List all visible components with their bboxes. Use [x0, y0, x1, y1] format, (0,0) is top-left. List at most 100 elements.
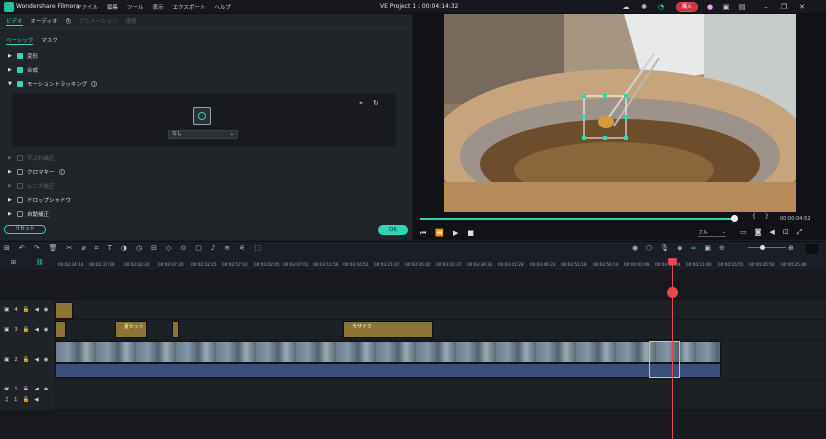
keyframe-icon[interactable]: ◇: [166, 244, 171, 253]
lock-icon[interactable]: 🔓: [22, 397, 29, 403]
minimize-icon[interactable]: –: [762, 3, 770, 11]
section-chroma-key[interactable]: ▶ クロマキー ?: [8, 167, 65, 177]
gift-icon[interactable]: ▣: [722, 3, 730, 11]
previous-frame-icon[interactable]: ⏪: [435, 229, 444, 238]
volume-icon[interactable]: ◀: [769, 228, 774, 237]
stabilization-checkbox[interactable]: [17, 155, 23, 161]
playhead-split-button[interactable]: [667, 287, 678, 298]
color-icon[interactable]: ◑: [121, 244, 127, 253]
help-icon[interactable]: ?: [58, 169, 65, 175]
timeline-zoom-slider[interactable]: [748, 247, 786, 248]
adjust-icon[interactable]: ⚟: [239, 244, 245, 253]
transform-checkbox[interactable]: [17, 53, 23, 59]
lock-icon[interactable]: 🔓: [23, 327, 30, 333]
save-icon[interactable]: ▤: [738, 3, 746, 11]
section-auto-enhance[interactable]: ▶ 自動補正: [8, 209, 49, 219]
fullscreen-icon[interactable]: ⤢: [797, 228, 803, 237]
menu-export[interactable]: エクスポート: [173, 3, 206, 11]
voiceover-icon[interactable]: ◈: [677, 244, 682, 252]
shield-icon[interactable]: ⬡: [646, 244, 652, 252]
tag-icon[interactable]: ⌀: [81, 244, 85, 253]
lock-icon[interactable]: 🔓: [23, 357, 30, 363]
menu-edit[interactable]: 編集: [107, 3, 118, 11]
detach-icon[interactable]: ⬚: [254, 244, 261, 253]
preview-zoom-select[interactable]: フル ⌄: [698, 229, 726, 237]
menu-view[interactable]: 表示: [153, 3, 164, 11]
zoom-in-icon[interactable]: ⊕: [788, 244, 794, 252]
title-clip[interactable]: [172, 321, 179, 338]
title-clip[interactable]: 夏セット: [115, 321, 147, 338]
mute-icon[interactable]: ◀: [35, 307, 39, 313]
playhead-handle[interactable]: [668, 258, 677, 265]
ok-button[interactable]: OK: [378, 225, 408, 235]
selected-clip-outline[interactable]: [649, 341, 680, 378]
headset-icon[interactable]: ◔: [657, 3, 665, 11]
crop-tool-icon[interactable]: ⌗: [95, 244, 99, 253]
redo-icon[interactable]: ↷: [34, 244, 40, 253]
auto-enhance-checkbox[interactable]: [17, 211, 23, 217]
menu-file[interactable]: ファイル: [76, 3, 98, 11]
timeline-zoom-knob[interactable]: [760, 245, 765, 250]
monitor-icon[interactable]: ▭: [740, 228, 747, 237]
picture-icon[interactable]: ▣: [704, 244, 711, 252]
mark-in-icon[interactable]: {: [752, 213, 756, 220]
add-track-icon[interactable]: ⊞: [11, 259, 16, 266]
split-icon[interactable]: ⊟: [151, 244, 157, 253]
timeline-ruler[interactable]: ⊞ ⛓ 00:02:34:14 00:02:37:29 00:02:42:24 …: [0, 255, 826, 269]
help-icon[interactable]: ?: [91, 81, 98, 87]
start-tracking-icon[interactable]: [193, 107, 211, 125]
motion-icon[interactable]: ⊙: [180, 244, 186, 253]
motion-tracking-checkbox[interactable]: [17, 81, 23, 87]
mic-icon[interactable]: 🎙: [660, 244, 669, 252]
lightbulb-icon[interactable]: ✺: [640, 3, 648, 11]
mark-out-icon[interactable]: }: [765, 213, 769, 220]
link-icon[interactable]: ∞: [691, 244, 697, 252]
subtab-mask[interactable]: マスク: [41, 36, 58, 45]
eye-icon[interactable]: ◉: [44, 327, 49, 333]
eye-icon[interactable]: ◉: [44, 357, 49, 363]
tracking-object-select[interactable]: なし ⌄: [168, 130, 238, 139]
close-icon[interactable]: ✕: [798, 3, 806, 11]
render-icon[interactable]: ◉: [632, 244, 638, 252]
subtab-basic[interactable]: ベーシック: [6, 36, 34, 45]
reset-button[interactable]: リセット: [4, 225, 46, 234]
fit-timeline-icon[interactable]: [806, 244, 818, 254]
tab-speed[interactable]: 速度: [125, 17, 136, 26]
text-icon[interactable]: T: [108, 244, 112, 253]
playhead-line[interactable]: [672, 259, 673, 439]
audio-icon[interactable]: ♪: [211, 244, 215, 253]
waveform-icon[interactable]: ≋: [224, 244, 230, 253]
lock-icon[interactable]: 🔓: [23, 307, 30, 313]
cut-icon[interactable]: ✂: [67, 244, 73, 253]
mute-icon[interactable]: ◀: [35, 327, 39, 333]
zoom-out-icon[interactable]: ⊖: [719, 244, 725, 252]
section-lens-correction[interactable]: ▶ レンズ補正: [8, 181, 54, 191]
section-compositing[interactable]: ▶ 合成: [8, 65, 38, 75]
playback-progress[interactable]: [420, 218, 735, 220]
mosaic-clip[interactable]: モザイク: [343, 321, 433, 338]
maximize-icon[interactable]: ❐: [780, 3, 788, 11]
tab-color[interactable]: 色: [66, 17, 72, 26]
layout-icon[interactable]: ⊞: [4, 244, 10, 253]
video-preview[interactable]: [444, 14, 796, 212]
section-motion-tracking[interactable]: ▼ モーショントラッキング ?: [8, 79, 98, 89]
buy-button[interactable]: 購入: [676, 2, 698, 12]
lens-correction-checkbox[interactable]: [17, 183, 23, 189]
step-back-icon[interactable]: ⏮: [420, 229, 426, 238]
cloud-icon[interactable]: ☁: [622, 3, 630, 11]
target-icon[interactable]: ⌖: [359, 99, 363, 108]
undo-icon[interactable]: ↶: [19, 244, 25, 253]
avatar-icon[interactable]: ●: [706, 3, 714, 11]
refresh-icon[interactable]: ↻: [373, 99, 379, 107]
main-audio-waveform[interactable]: [55, 363, 721, 378]
tab-animation[interactable]: アニメーション: [79, 17, 117, 26]
crop-icon[interactable]: ⊡: [783, 228, 789, 237]
delete-icon[interactable]: 🗑: [49, 244, 58, 253]
drop-shadow-checkbox[interactable]: [17, 197, 23, 203]
title-clip[interactable]: [55, 321, 66, 338]
eye-icon[interactable]: ◉: [44, 307, 49, 313]
section-stabilization[interactable]: ▶ 手ぶれ補正: [8, 153, 55, 163]
main-video-clip[interactable]: [55, 341, 721, 363]
mute-icon[interactable]: ◀: [35, 357, 39, 363]
stabilize-icon[interactable]: ▢: [195, 244, 202, 253]
